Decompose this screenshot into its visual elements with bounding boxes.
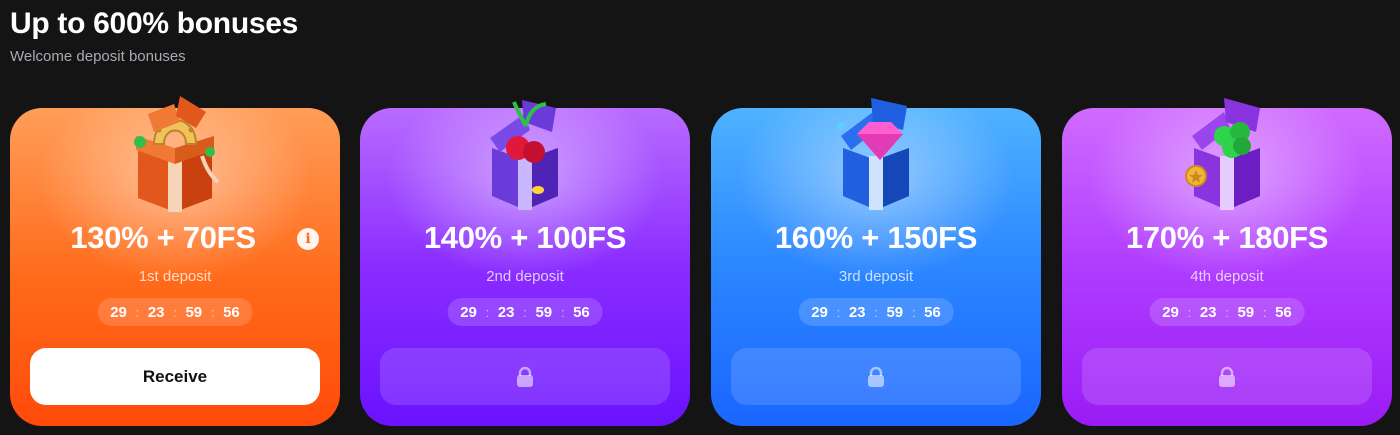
timer-seconds: 56 bbox=[223, 303, 240, 321]
timer-separator: : bbox=[874, 304, 878, 320]
timer-seconds: 56 bbox=[924, 303, 941, 321]
deposit-label: 4th deposit bbox=[1190, 268, 1264, 285]
timer-separator: : bbox=[135, 304, 140, 320]
receive-button[interactable]: Receive bbox=[30, 348, 320, 405]
timer-separator: : bbox=[485, 304, 490, 320]
timer-hours: 23 bbox=[497, 303, 515, 321]
timer-separator: : bbox=[210, 304, 215, 320]
locked-button[interactable] bbox=[1082, 348, 1372, 405]
timer-separator: : bbox=[1187, 304, 1192, 320]
timer-minutes: 59 bbox=[886, 303, 904, 321]
bonus-amount: 130% + 70FS bbox=[70, 220, 256, 255]
horseshoe-gift-icon bbox=[134, 96, 220, 212]
timer-hours: 23 bbox=[848, 303, 866, 321]
bonus-card-4: 170% + 180FS 4th deposit 29: 23: 59: 56 bbox=[1062, 98, 1392, 426]
timer-minutes: 59 bbox=[535, 303, 553, 321]
timer-separator: : bbox=[911, 304, 916, 320]
bonus-card-1: 130% + 70FS i 1st deposit 29: 23: 59: 56… bbox=[10, 96, 340, 426]
deposit-label: 1st deposit bbox=[138, 268, 212, 285]
timer-minutes: 59 bbox=[1237, 303, 1255, 321]
info-icon[interactable]: i bbox=[297, 228, 319, 250]
locked-button[interactable] bbox=[731, 348, 1021, 405]
lock-icon bbox=[517, 366, 533, 387]
countdown-timer: 29: 23: 59: 56 bbox=[798, 298, 954, 326]
bonus-amount: 170% + 180FS bbox=[1125, 220, 1329, 255]
timer-hours: 23 bbox=[147, 303, 165, 321]
countdown-timer: 29: 23: 59: 56 bbox=[97, 298, 253, 326]
lock-icon bbox=[868, 366, 884, 387]
bonus-amount: 140% + 100FS bbox=[423, 220, 627, 255]
bonus-cards: 130% + 70FS i 1st deposit 29: 23: 59: 56… bbox=[10, 96, 1392, 426]
receive-button-label: Receive bbox=[142, 366, 208, 386]
countdown-timer: 29: 23: 59: 56 bbox=[1149, 298, 1305, 326]
timer-days: 29 bbox=[1162, 303, 1179, 321]
page-subtitle: Welcome deposit bonuses bbox=[10, 48, 186, 65]
clover-gift-icon bbox=[1185, 98, 1260, 210]
timer-minutes: 59 bbox=[185, 303, 203, 321]
bonus-amount: 160% + 150FS bbox=[774, 220, 978, 255]
timer-days: 29 bbox=[460, 303, 477, 321]
section-header: Up to 600% bonuses Welcome deposit bonus… bbox=[10, 6, 298, 65]
timer-days: 29 bbox=[811, 303, 828, 321]
bonus-card-3: 160% + 150FS 3rd deposit 29: 23: 59: 56 bbox=[711, 98, 1041, 426]
lock-icon bbox=[1219, 366, 1235, 387]
timer-separator: : bbox=[1262, 304, 1267, 320]
countdown-timer: 29: 23: 59: 56 bbox=[447, 298, 603, 326]
timer-separator: : bbox=[173, 304, 177, 320]
timer-separator: : bbox=[560, 304, 565, 320]
timer-hours: 23 bbox=[1199, 303, 1217, 321]
page-title: Up to 600% bonuses bbox=[10, 7, 298, 40]
bonus-card-2: 140% + 100FS 2nd deposit 29: 23: 59: 56 bbox=[360, 100, 690, 426]
locked-button[interactable] bbox=[380, 348, 670, 405]
timer-seconds: 56 bbox=[1275, 303, 1292, 321]
timer-separator: : bbox=[836, 304, 841, 320]
timer-days: 29 bbox=[110, 303, 127, 321]
timer-separator: : bbox=[1225, 304, 1229, 320]
cherry-gift-icon bbox=[490, 100, 558, 210]
deposit-label: 2nd deposit bbox=[486, 268, 564, 285]
timer-seconds: 56 bbox=[573, 303, 590, 321]
deposit-label: 3rd deposit bbox=[838, 268, 914, 285]
diamond-gift-icon bbox=[837, 98, 909, 210]
timer-separator: : bbox=[523, 304, 527, 320]
